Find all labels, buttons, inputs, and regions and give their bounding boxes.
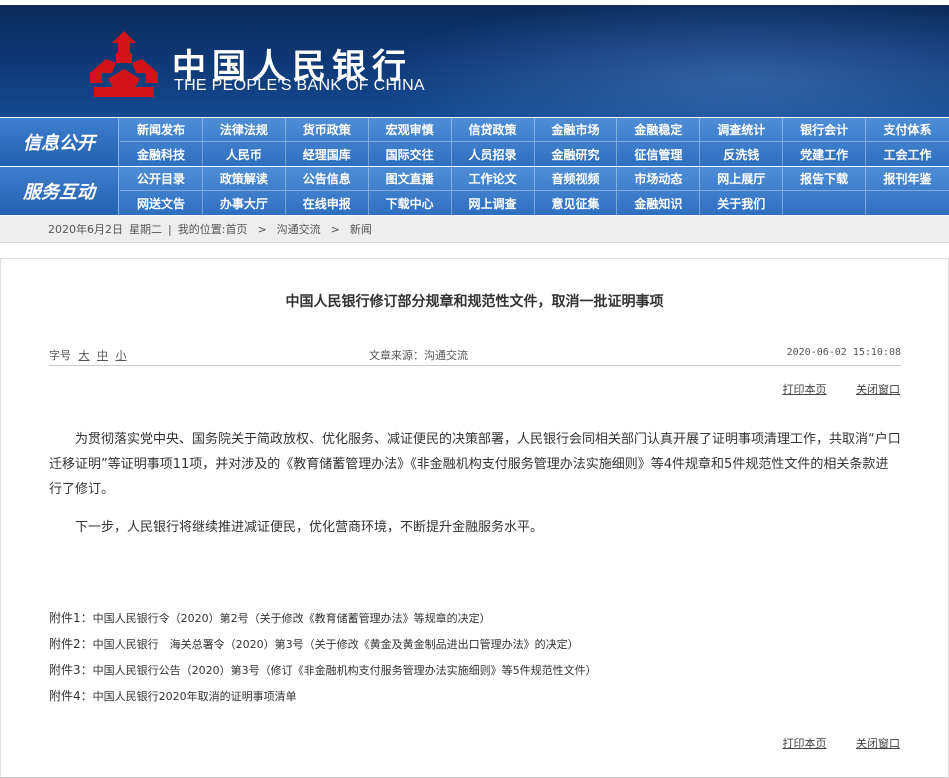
- breadcrumb: 2020年6月2日 星期二 | 我的位置: 首页 > 沟通交流 > 新闻: [0, 216, 949, 243]
- info-nav-grid: 新闻发布 法律法规 货币政策 宏观审慎 信贷政策 金融市场 金融稳定 调查统计 …: [120, 118, 949, 166]
- font-size-controls: 字号 大 中 小: [49, 347, 127, 363]
- site-header: 中国人民银行 THE PEOPLE'S BANK OF CHINA: [0, 5, 949, 117]
- nav-item[interactable]: 宏观审慎: [368, 118, 452, 142]
- nav-item[interactable]: 办事大厅: [203, 191, 286, 215]
- article-paragraph: 下一步，人民银行将继续推进减证便民，优化营商环境，不断提升金融服务水平。: [75, 520, 544, 535]
- nav-item[interactable]: 金融科技: [120, 142, 203, 166]
- nav-item-empty: [783, 191, 867, 215]
- close-window-link[interactable]: 关闭窗口: [856, 737, 900, 750]
- font-large-link[interactable]: 大: [79, 349, 90, 362]
- article-paragraph: 为贯彻落实党中央、国务院关于简政放权、优化服务、减证便民的决策部署，人民银行会同…: [49, 432, 901, 497]
- nav-item[interactable]: 政策解读: [202, 167, 286, 191]
- nav-item[interactable]: 工作论文: [451, 167, 535, 191]
- nav-item[interactable]: 人员招录: [452, 142, 535, 166]
- nav-item[interactable]: 网上调查: [452, 191, 535, 215]
- attachment-item: 附件3：中国人民银行公告（2020）第3号（修订《非金融机构支付服务管理办法实施…: [49, 661, 909, 678]
- info-nav-label[interactable]: 信息公开: [0, 118, 119, 166]
- attachment-item: 附件2：中国人民银行 海关总署令（2020）第3号（关于修改《黄金及黄金制品进出…: [49, 635, 909, 652]
- nav-item[interactable]: 音频视频: [534, 167, 618, 191]
- attachment-label: 附件2：: [49, 637, 93, 651]
- article-tools-top: 打印本页 关闭窗口: [757, 381, 901, 397]
- logo-english-name[interactable]: THE PEOPLE'S BANK OF CHINA: [174, 77, 425, 95]
- attachment-label: 附件3：: [49, 663, 93, 677]
- breadcrumb-separator: |: [168, 222, 172, 236]
- article-title: 中国人民银行修订部分规章和规范性文件，取消一批证明事项: [285, 294, 664, 310]
- attachment-link[interactable]: 中国人民银行公告（2020）第3号（修订《非金融机构支付服务管理办法实施细则》等…: [93, 664, 597, 677]
- nav-item[interactable]: 国际交往: [369, 142, 452, 166]
- attachment-link[interactable]: 中国人民银行 海关总署令（2020）第3号（关于修改《黄金及黄金制品进出口管理办…: [93, 638, 579, 651]
- breadcrumb-location-label: 我的位置:: [177, 223, 226, 236]
- nav-item[interactable]: 在线申报: [286, 191, 369, 215]
- nav-item[interactable]: 网上展厅: [700, 167, 784, 191]
- publish-time: 2020-06-02 15:10:08: [786, 347, 901, 358]
- breadcrumb-home-link[interactable]: 首页: [225, 221, 247, 237]
- nav-item[interactable]: 图文直播: [368, 167, 452, 191]
- pboc-logo-icon[interactable]: [86, 29, 162, 99]
- nav-item[interactable]: 金融稳定: [617, 118, 701, 142]
- attachment-link[interactable]: 中国人民银行令（2020）第2号（关于修改《教育储蓄管理办法》等规章的决定）: [93, 612, 491, 625]
- nav-item[interactable]: 下载中心: [369, 191, 452, 215]
- nav-item[interactable]: 报告下载: [783, 167, 867, 191]
- print-page-link[interactable]: 打印本页: [783, 737, 827, 750]
- nav-item[interactable]: 法律法规: [202, 118, 286, 142]
- nav-item-empty: [866, 191, 949, 215]
- breadcrumb-arrow: >: [330, 222, 340, 236]
- nav-item[interactable]: 金融市场: [534, 118, 618, 142]
- info-nav: 信息公开 新闻发布 法律法规 货币政策 宏观审慎 信贷政策 金融市场 金融稳定 …: [0, 118, 949, 166]
- nav-item[interactable]: 银行会计: [783, 118, 867, 142]
- attachment-label: 附件1：: [49, 611, 93, 625]
- nav-item[interactable]: 网送文告: [120, 191, 203, 215]
- article-container: 中国人民银行修订部分规章和规范性文件，取消一批证明事项 字号 大 中 小 文章来…: [0, 258, 949, 778]
- breadcrumb-section-link[interactable]: 沟通交流: [277, 221, 321, 237]
- nav-item[interactable]: 调查统计: [700, 118, 784, 142]
- current-date: 2020年6月2日: [48, 223, 123, 236]
- article-source: 文章来源：沟通交流: [369, 349, 468, 362]
- nav-item[interactable]: 经理国库: [286, 142, 369, 166]
- attachment-item: 附件4：中国人民银行2020年取消的证明事项清单: [49, 687, 909, 704]
- close-window-link[interactable]: 关闭窗口: [856, 383, 900, 396]
- nav-item[interactable]: 关于我们: [700, 191, 784, 215]
- nav-item[interactable]: 报刊年鉴: [866, 167, 949, 191]
- nav-item[interactable]: 征信管理: [617, 142, 701, 166]
- nav-item[interactable]: 金融知识: [617, 191, 701, 215]
- service-nav-grid: 公开目录 政策解读 公告信息 图文直播 工作论文 音频视频 市场动态 网上展厅 …: [120, 167, 949, 215]
- nav-item[interactable]: 新闻发布: [120, 118, 203, 142]
- print-page-link[interactable]: 打印本页: [783, 383, 827, 396]
- article-meta: 字号 大 中 小 文章来源：沟通交流 2020-06-02 15:10:08: [49, 343, 901, 366]
- header-glow: [369, 5, 949, 117]
- service-nav-label[interactable]: 服务互动: [0, 167, 119, 215]
- nav-item[interactable]: 反洗钱: [700, 142, 784, 166]
- nav-item[interactable]: 意见征集: [535, 191, 618, 215]
- breadcrumb-page-link[interactable]: 新闻: [350, 221, 372, 237]
- nav-item[interactable]: 信贷政策: [451, 118, 535, 142]
- attachment-item: 附件1：中国人民银行令（2020）第2号（关于修改《教育储蓄管理办法》等规章的决…: [49, 609, 909, 626]
- nav-item[interactable]: 党建工作: [783, 142, 867, 166]
- current-weekday: 星期二: [129, 223, 162, 236]
- service-nav: 服务互动 公开目录 政策解读 公告信息 图文直播 工作论文 音频视频 市场动态 …: [0, 167, 949, 215]
- breadcrumb-arrow: >: [257, 222, 267, 236]
- nav-item[interactable]: 支付体系: [866, 118, 949, 142]
- font-size-label: 字号: [49, 349, 71, 362]
- nav-item[interactable]: 工会工作: [866, 142, 949, 166]
- article-tools-bottom: 打印本页 关闭窗口: [757, 735, 901, 751]
- font-small-link[interactable]: 小: [116, 349, 127, 362]
- font-medium-link[interactable]: 中: [97, 349, 108, 362]
- nav-item[interactable]: 公告信息: [285, 167, 369, 191]
- nav-item[interactable]: 人民币: [203, 142, 286, 166]
- nav-item[interactable]: 市场动态: [617, 167, 701, 191]
- nav-item[interactable]: 金融研究: [535, 142, 618, 166]
- nav-item[interactable]: 货币政策: [285, 118, 369, 142]
- nav-item[interactable]: 公开目录: [120, 167, 203, 191]
- attachment-label: 附件4：: [49, 689, 93, 703]
- attachment-link[interactable]: 中国人民银行2020年取消的证明事项清单: [93, 690, 297, 703]
